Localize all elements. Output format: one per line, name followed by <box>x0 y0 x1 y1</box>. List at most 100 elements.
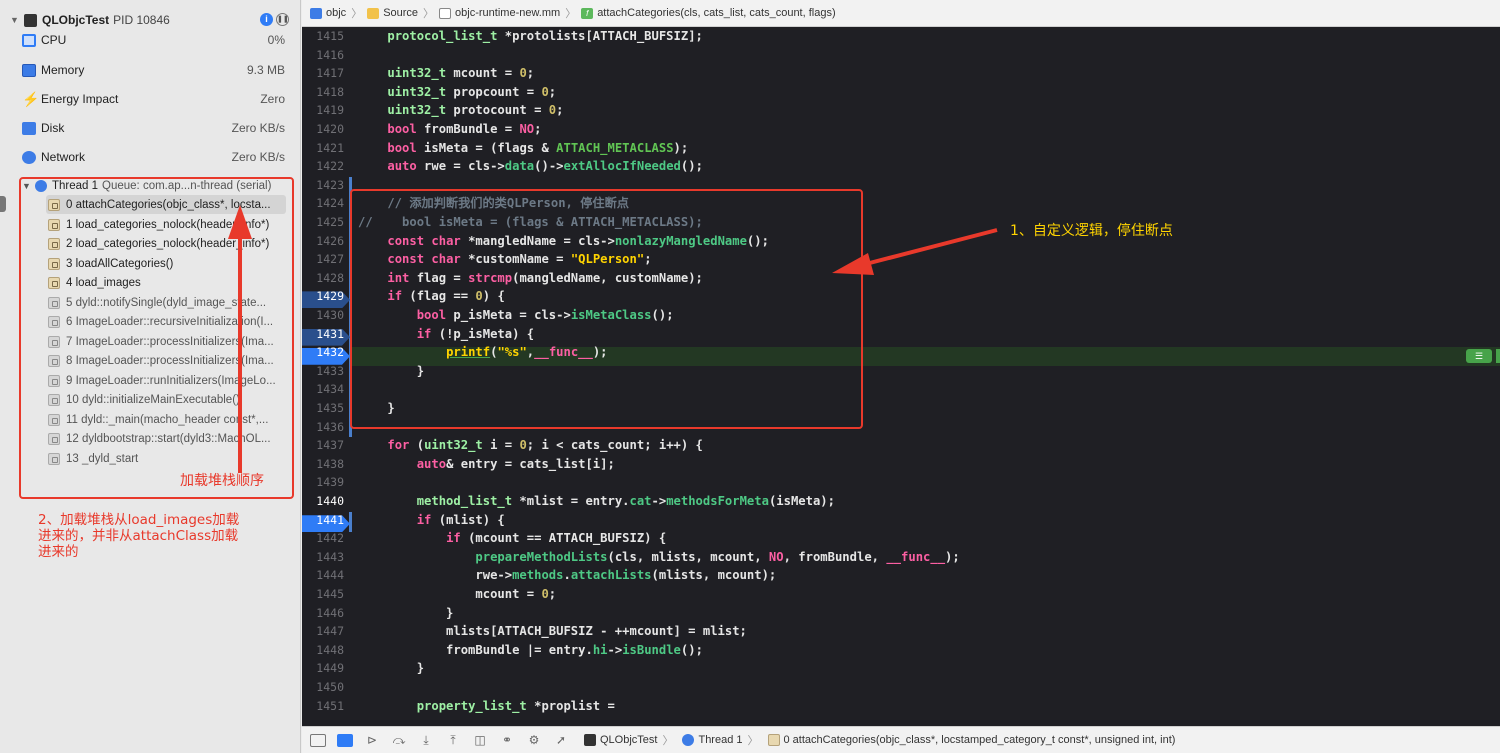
continue-icon[interactable]: ⊳ <box>364 733 380 747</box>
line-number: 1432 <box>316 345 344 360</box>
gauge-value: 0% <box>267 33 285 47</box>
jumpbar-item-file[interactable]: objc-runtime-new.mm <box>439 7 560 19</box>
step-out-icon[interactable]: ⤒ <box>445 733 461 747</box>
memory-icon <box>22 63 36 77</box>
gauge-memory[interactable]: Memory 9.3 MB <box>22 60 285 80</box>
line-number: 1422 <box>316 159 344 174</box>
debugbar-crumb-app[interactable]: QLObjcTest <box>584 734 657 746</box>
info-icon[interactable]: i <box>260 13 273 26</box>
gauge-cpu[interactable]: CPU 0% <box>22 30 285 50</box>
line-number: 1420 <box>316 122 344 136</box>
code-text: bool isMeta = (flags & ATTACH_METACLASS)… <box>387 140 689 155</box>
code-text: bool fromBundle = NO; <box>387 122 542 136</box>
line-number: 1429 <box>316 289 344 304</box>
memory-graph-icon[interactable]: ⚭ <box>499 733 515 747</box>
code-line: 1450 <box>302 678 1500 697</box>
line-number: 1416 <box>316 47 344 62</box>
process-pid: PID 10846 <box>113 13 170 27</box>
line-number: 1415 <box>316 29 344 43</box>
jumpbar-label: attachCategories(cls, cats_list, cats_co… <box>597 7 836 19</box>
line-number: 1438 <box>316 456 344 471</box>
chevron-right-icon: 〉 <box>423 8 435 20</box>
folder-icon <box>367 7 380 19</box>
pause-icon[interactable]: ❚❚ <box>276 13 289 26</box>
environment-overrides-icon[interactable]: ⚙ <box>526 733 542 747</box>
code-line: 1420 bool fromBundle = NO; <box>302 120 1500 139</box>
code-text: protocol_list_t *protolists[ATTACH_BUFSI… <box>387 29 703 43</box>
gauge-energy[interactable]: ⚡ Energy Impact Zero <box>22 89 285 109</box>
energy-icon: ⚡ <box>22 90 40 107</box>
simulate-location-icon[interactable]: ➚ <box>553 733 569 747</box>
code-line: 1444 rwe->methods.attachLists(mlists, mc… <box>302 566 1500 585</box>
annotation-note-left: 2、加载堆栈从load_images加载 进来的，并非从attachClass加… <box>38 512 240 560</box>
chevron-right-icon: 〉 <box>662 735 674 747</box>
line-number: 1426 <box>316 233 344 248</box>
code-text: if (mlist) { <box>416 512 505 527</box>
cpu-icon <box>22 33 36 47</box>
view-hierarchy-icon[interactable]: ◫ <box>472 733 488 747</box>
gauge-disk[interactable]: Disk Zero KB/s <box>22 118 285 138</box>
code-text: fromBundle |= entry.hi->isBundle(); <box>358 642 703 657</box>
jumpbar-label: objc-runtime-new.mm <box>455 7 561 19</box>
jumpbar-item-folder[interactable]: Source <box>367 7 418 19</box>
jumpbar-item-function[interactable]: f attachCategories(cls, cats_list, cats_c… <box>581 7 836 19</box>
breakpoints-toggle-button[interactable] <box>337 733 353 747</box>
line-number: 1428 <box>316 270 344 285</box>
gauge-label: Disk <box>41 121 65 135</box>
code-line: 1446 } <box>302 604 1500 623</box>
chevron-right-icon: 〉 <box>351 8 363 20</box>
step-over-icon[interactable]: ⤼ <box>391 733 407 747</box>
code-text: uint32_t propcount = 0; <box>387 84 557 99</box>
line-number: 1425 <box>316 215 344 229</box>
thread-icon <box>682 734 695 746</box>
network-icon <box>22 150 36 164</box>
line-number: 1421 <box>316 140 344 155</box>
line-number: 1417 <box>316 66 344 81</box>
gauge-label: Energy Impact <box>41 92 119 106</box>
process-header[interactable]: ▼ QLObjcTest PID 10846 i ❚❚ <box>10 11 295 29</box>
step-into-icon[interactable]: ⤓ <box>418 733 434 747</box>
code-text: auto& entry = cats_list[i]; <box>416 456 615 471</box>
line-number: 1439 <box>316 475 344 490</box>
line-number: 1436 <box>316 419 344 434</box>
code-line: 1445 mcount = 0; <box>302 585 1500 604</box>
code-line: 1439 <box>302 473 1500 492</box>
code-line: 1416 <box>302 46 1500 65</box>
jumpbar-item-project[interactable]: objc <box>310 7 346 19</box>
crumb-label: QLObjcTest <box>600 734 658 746</box>
code-text: } <box>358 661 425 676</box>
line-number: 1440 <box>316 494 344 508</box>
line-number: 1437 <box>316 438 344 453</box>
code-line: 1448 fromBundle |= entry.hi->isBundle(); <box>302 641 1500 660</box>
code-line: 1417 uint32_t mcount = 0; <box>302 64 1500 83</box>
code-text: prepareMethodLists(cls, mlists, mcount, … <box>475 549 960 564</box>
line-number: 1446 <box>316 605 344 620</box>
code-line: 1442 if (mcount == ATTACH_BUFSIZ) { <box>302 529 1500 548</box>
line-number: 1441 <box>316 512 344 527</box>
gauge-network[interactable]: Network Zero KB/s <box>22 147 285 167</box>
app-icon <box>24 13 37 27</box>
hide-debug-area-button[interactable] <box>310 733 326 747</box>
code-line: 1419 uint32_t protocount = 0; <box>302 101 1500 120</box>
line-number: 1431 <box>316 326 344 341</box>
code-text: mlists[ATTACH_BUFSIZ - ++mcount] = mlist… <box>358 624 747 639</box>
code-line: 1438 auto& entry = cats_list[i]; <box>302 455 1500 474</box>
line-number: 1450 <box>316 680 344 694</box>
code-line: 1422 auto rwe = cls->data()->extAllocIfN… <box>302 157 1500 176</box>
jumpbar-label: Source <box>383 7 419 19</box>
line-number: 1443 <box>316 549 344 564</box>
code-text: auto rwe = cls->data()->extAllocIfNeeded… <box>387 159 703 174</box>
code-text: for (uint32_t i = 0; i < cats_count; i++… <box>387 438 703 453</box>
line-number: 1434 <box>316 382 344 397</box>
disclosure-triangle-icon[interactable]: ▼ <box>10 15 24 25</box>
function-icon: f <box>581 7 594 19</box>
source-editor[interactable]: ☰ 1415 protocol_list_t *protolists[ATTAC… <box>302 27 1500 726</box>
line-number: 1444 <box>316 568 344 583</box>
line-number: 1447 <box>316 624 344 639</box>
stack-frame-icon <box>767 734 780 746</box>
gauge-value: 9.3 MB <box>246 63 285 77</box>
debugbar-crumb-frame[interactable]: 0 attachCategories(objc_class*, locstamp… <box>767 734 1175 746</box>
code-text: } <box>358 605 454 620</box>
annotation-arrow-left <box>832 228 998 275</box>
debugbar-crumb-thread[interactable]: Thread 1 <box>682 734 743 746</box>
